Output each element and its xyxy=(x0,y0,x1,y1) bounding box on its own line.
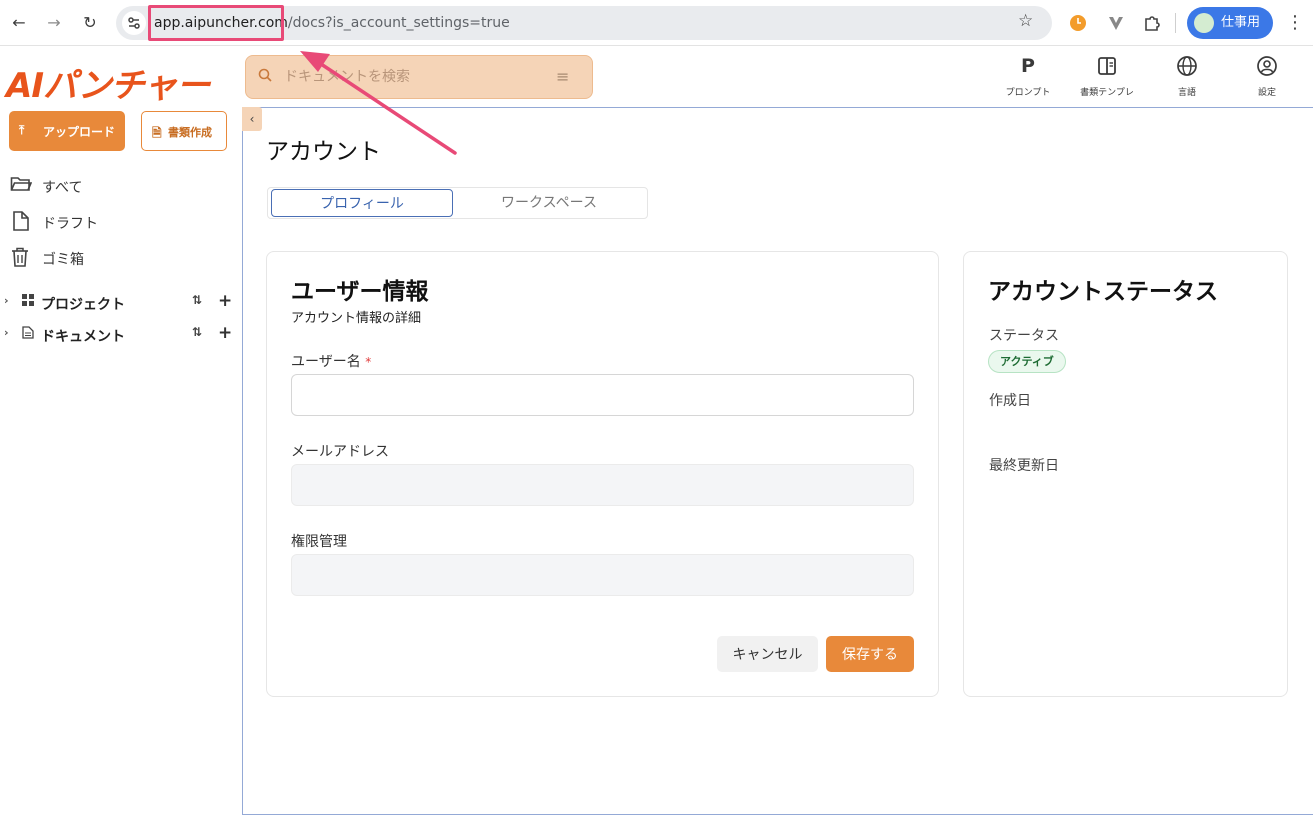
sidebar-section-projects[interactable]: › プロジェクト ⇅ + xyxy=(4,291,236,314)
file-icon xyxy=(10,210,32,237)
account-tabs: プロフィール ワークスペース xyxy=(267,187,648,219)
email-field[interactable] xyxy=(291,464,914,506)
status-label: ステータス xyxy=(989,328,1059,344)
updated-date-label: 最終更新日 xyxy=(989,458,1059,474)
sidebar-section-label: ドキュメント xyxy=(41,329,125,345)
save-button[interactable]: 保存する xyxy=(826,636,914,672)
email-label: メールアドレス xyxy=(291,444,389,460)
status-badge: アクティブ xyxy=(988,350,1066,373)
search-icon xyxy=(258,68,272,86)
puzzle-extensions-icon[interactable] xyxy=(1142,13,1162,33)
upload-button[interactable]: ⤒ アップロード xyxy=(9,111,125,151)
upload-icon: ⤒ xyxy=(19,123,25,137)
toolbar-template[interactable]: 書類テンプレ xyxy=(1077,55,1137,103)
globe-icon xyxy=(1176,55,1198,77)
sidebar-section-label: プロジェクト xyxy=(41,297,125,313)
trash-icon xyxy=(10,246,32,273)
grid-icon xyxy=(22,294,34,309)
username-input[interactable] xyxy=(291,374,914,416)
user-circle-icon xyxy=(1256,55,1278,77)
role-label: 権限管理 xyxy=(291,534,347,550)
app-logo[interactable]: AIパンチャー xyxy=(6,58,210,107)
created-date-label: 作成日 xyxy=(989,393,1031,409)
folder-icon xyxy=(10,174,33,199)
more-menu-icon[interactable]: ⋮ xyxy=(1286,12,1304,33)
upload-label: アップロード xyxy=(43,125,116,139)
avatar xyxy=(1194,13,1214,33)
toolbar-label: 設定 xyxy=(1257,88,1276,98)
required-mark: * xyxy=(365,355,372,369)
page-title: アカウント xyxy=(266,139,381,165)
user-info-title: ユーザー情報 xyxy=(291,279,429,305)
username-label-text: ユーザー名 xyxy=(291,354,361,370)
sidebar-item-label: ゴミ箱 xyxy=(42,252,84,268)
chevron-right-icon[interactable]: › xyxy=(4,326,9,339)
back-arrow-icon[interactable]: ← xyxy=(9,13,29,33)
sidebar-item-label: すべて xyxy=(42,180,83,196)
create-document-button[interactable]: 🗎 書類作成 xyxy=(141,111,227,151)
app-window: ← → ↻ app.aipuncher.com/docs?is_account_… xyxy=(0,0,1313,838)
url-path: /docs?is_account_settings=true xyxy=(287,15,510,31)
create-document-label: 書類作成 xyxy=(168,126,212,139)
tab-workspace[interactable]: ワークスペース xyxy=(456,189,642,217)
toolbar-settings[interactable]: 設定 xyxy=(1237,55,1297,103)
template-icon xyxy=(1096,55,1118,77)
search-bar[interactable]: ≡ xyxy=(245,55,593,99)
profile-label: 仕事用 xyxy=(1221,15,1261,30)
toolbar-label: 言語 xyxy=(1177,88,1196,98)
reload-icon[interactable]: ↻ xyxy=(80,13,100,33)
add-icon[interactable]: + xyxy=(218,323,232,343)
search-input[interactable] xyxy=(284,66,554,88)
toolbar-label: プロンプト xyxy=(1005,88,1051,98)
document-icon xyxy=(22,326,34,342)
sort-icon[interactable]: ⇅ xyxy=(192,293,202,307)
v-extension-icon[interactable] xyxy=(1106,13,1126,33)
profile-button[interactable]: 仕事用 xyxy=(1187,7,1273,39)
tab-profile[interactable]: プロフィール xyxy=(271,189,453,217)
username-label: ユーザー名 * xyxy=(291,351,371,371)
add-icon[interactable]: + xyxy=(218,291,232,311)
role-field[interactable] xyxy=(291,554,914,596)
sidebar-item-label: ドラフト xyxy=(42,216,98,232)
site-settings-icon[interactable] xyxy=(122,11,146,35)
url-highlight-annotation xyxy=(148,5,284,41)
toolbar-language[interactable]: 言語 xyxy=(1157,55,1217,103)
user-info-subtitle: アカウント情報の詳細 xyxy=(291,311,422,326)
toolbar-label: 書類テンプレ xyxy=(1080,88,1134,98)
collapse-sidebar-icon[interactable]: ‹ xyxy=(242,107,262,131)
cancel-button[interactable]: キャンセル xyxy=(717,636,818,672)
hamburger-menu-icon[interactable]: ≡ xyxy=(556,67,569,86)
forward-arrow-icon[interactable]: → xyxy=(44,13,64,33)
toolbar-divider xyxy=(1175,13,1176,33)
sidebar-section-documents[interactable]: › ドキュメント ⇅ + xyxy=(4,323,236,346)
prompt-icon: P xyxy=(1021,55,1035,77)
bookmark-star-icon[interactable]: ☆ xyxy=(1018,11,1033,31)
document-icon: 🗎 xyxy=(152,126,162,140)
chevron-right-icon[interactable]: › xyxy=(4,294,9,307)
toolbar-prompt[interactable]: P プロンプト xyxy=(998,55,1058,103)
timer-extension-icon[interactable] xyxy=(1068,13,1088,33)
sort-icon[interactable]: ⇅ xyxy=(192,325,202,339)
account-status-title: アカウントステータス xyxy=(988,279,1218,305)
